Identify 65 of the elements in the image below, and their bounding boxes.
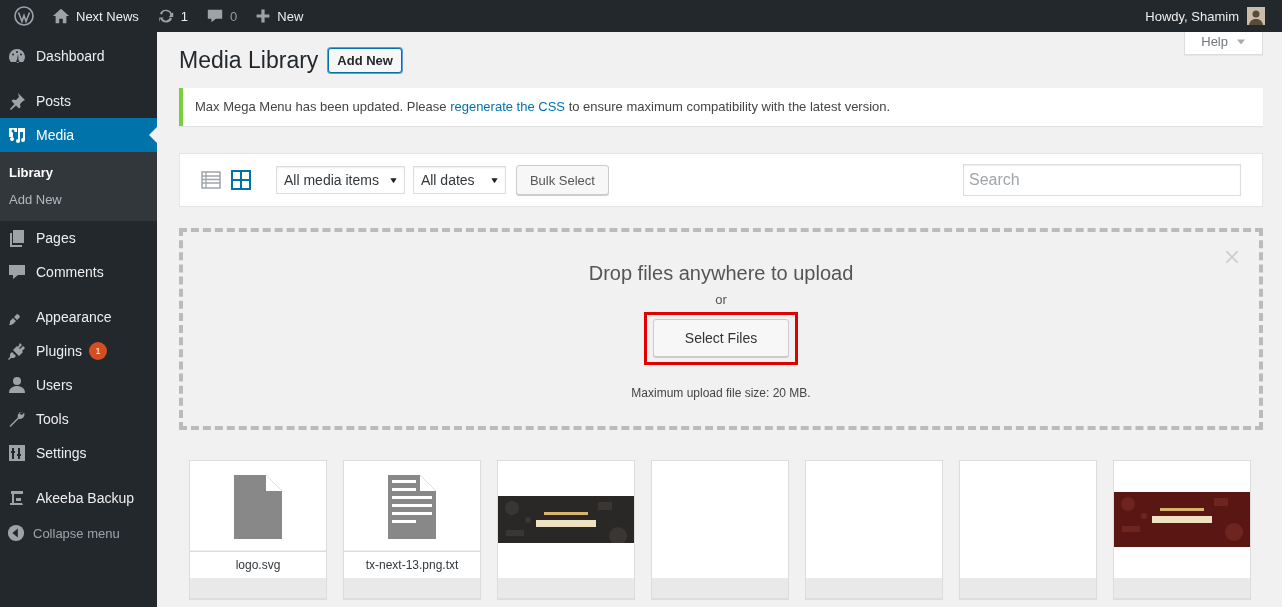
sidebar-item[interactable]: Tools [0, 402, 157, 436]
media-tile[interactable] [651, 460, 789, 600]
add-new-button[interactable]: Add New [328, 48, 402, 73]
sidebar-item[interactable]: Users [0, 368, 157, 402]
pages-icon [7, 228, 27, 248]
caret-icon [388, 175, 398, 185]
sidebar-item[interactable]: Media [0, 118, 157, 152]
account-menu[interactable]: Howdy, Shamim [1136, 0, 1274, 32]
filter-dropdown[interactable]: All dates [412, 166, 506, 194]
regenerate-css-link[interactable]: regenerate the CSS [450, 99, 566, 114]
list-view-button[interactable] [200, 169, 222, 191]
plus-icon [255, 8, 272, 24]
pin-icon [7, 91, 27, 111]
collapse-icon [7, 524, 25, 542]
comment-icon [206, 7, 225, 25]
page-title: Media Library [179, 46, 319, 75]
site-name-link[interactable]: Next News [43, 0, 148, 32]
max-upload-size-note: Maximum upload file size: 20 MB. [631, 386, 811, 400]
search-field[interactable]: Search [963, 164, 1241, 196]
sidebar-item[interactable]: Comments [0, 255, 157, 289]
close-icon[interactable] [1224, 249, 1240, 265]
sidebar-item[interactable]: Settings [0, 436, 157, 470]
document-icon [234, 475, 282, 539]
media-tile[interactable]: tx-next-13.png.txt [343, 460, 481, 600]
media-tile[interactable]: logo.svg [189, 460, 327, 600]
sidebar-item[interactable]: Dashboard [0, 39, 157, 73]
sidebar-item[interactable]: Appearance [0, 300, 157, 334]
list-view-icon [201, 170, 221, 190]
dropzone-heading: Drop files anywhere to upload [588, 261, 854, 286]
plug-icon [7, 341, 27, 361]
comment-icon [7, 262, 27, 282]
bulk-select-button[interactable]: Bulk Select [515, 165, 609, 195]
user-icon [7, 375, 27, 395]
media-icon [7, 125, 27, 145]
sidebar-item[interactable]: Plugins 1 [0, 334, 157, 368]
submenu-item[interactable]: Add New [0, 186, 157, 213]
avatar-icon [1247, 7, 1265, 25]
grid-view-button[interactable] [230, 169, 252, 191]
update-notice: Max Mega Menu has been updated. Please regenerate the CSS to ensure maximum compatibility with the latest version. [179, 88, 1263, 126]
media-tile[interactable] [497, 460, 635, 600]
dashboard-icon [7, 46, 27, 66]
comments-link[interactable]: 0 [197, 0, 247, 32]
caret-icon [489, 175, 499, 185]
new-content-link[interactable]: New [246, 0, 313, 32]
filter-dropdown[interactable]: All media items [276, 166, 405, 194]
sliders-icon [7, 443, 27, 463]
sidebar-item[interactable]: Posts [0, 84, 157, 118]
home-icon [52, 7, 70, 25]
sidebar-item[interactable]: Pages [0, 221, 157, 255]
media-tile[interactable] [805, 460, 943, 600]
wrench-icon [7, 409, 27, 429]
sidebar-item[interactable]: Akeeba Backup [0, 481, 157, 515]
collapse-menu-button[interactable]: Collapse menu [0, 516, 157, 550]
help-tab[interactable]: Help [1184, 32, 1263, 55]
wordpress-logo-icon[interactable] [14, 6, 34, 26]
submenu-item[interactable]: Library [0, 159, 157, 186]
media-tile[interactable] [1113, 460, 1251, 600]
updates-link[interactable]: 1 [147, 0, 198, 32]
media-tile[interactable] [959, 460, 1097, 600]
refresh-icon [156, 7, 175, 25]
text-document-icon [388, 475, 436, 539]
select-files-button[interactable]: Select Files [653, 319, 789, 357]
count-badge: 1 [88, 342, 107, 360]
or-label: or [715, 292, 727, 307]
grid-view-icon [231, 170, 251, 190]
